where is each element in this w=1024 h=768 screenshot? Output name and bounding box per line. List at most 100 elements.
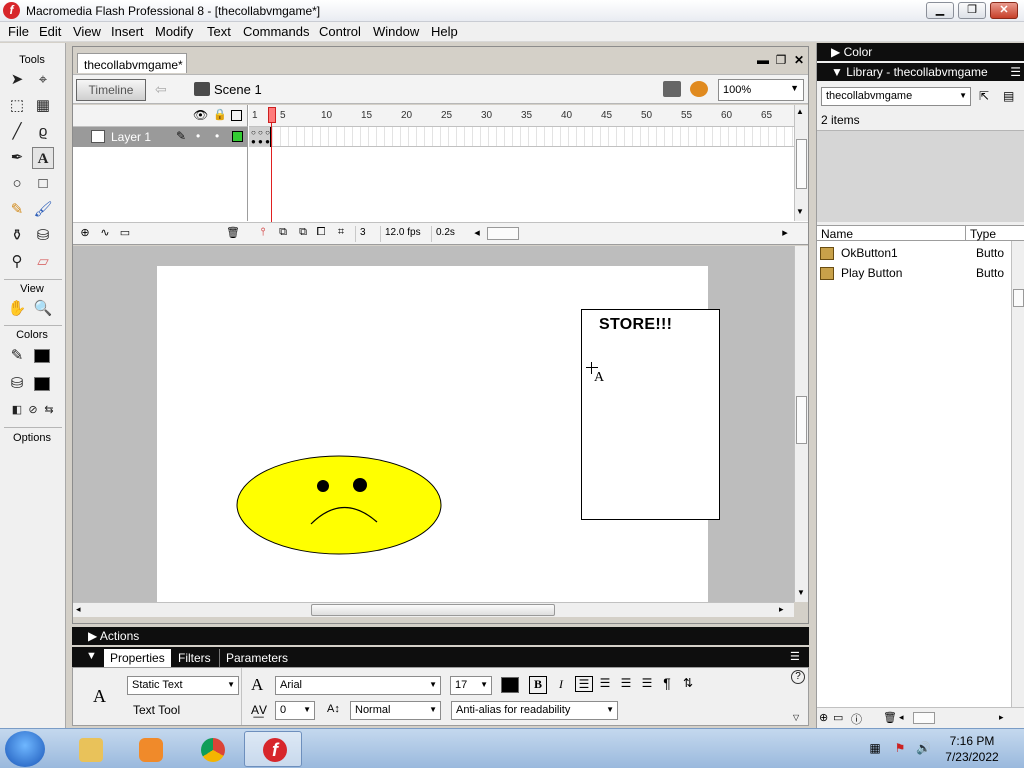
subselection-arrow-icon[interactable]: ⌖ <box>32 69 54 91</box>
help-icon[interactable]: ? <box>791 670 805 684</box>
rectangle-tool-icon[interactable]: □ <box>32 173 54 195</box>
menu-window[interactable]: Window <box>373 24 419 39</box>
menu-help[interactable]: Help <box>431 24 458 39</box>
actions-panel-header[interactable]: ▶ Actions <box>72 627 809 645</box>
timeline-hscroll-thumb[interactable] <box>487 227 519 240</box>
hand-tool-icon[interactable]: ✋ <box>6 298 28 320</box>
sad-face[interactable] <box>235 454 445 558</box>
anti-alias-select[interactable]: Anti-alias for readability ▼ <box>451 701 618 720</box>
color-panel-header[interactable]: ▶ Color <box>817 43 1024 61</box>
font-size-field[interactable]: 17 ▼ <box>450 676 492 695</box>
maximize-button[interactable]: ❐ <box>958 2 986 19</box>
col-name[interactable]: Name <box>821 227 853 241</box>
clock-date[interactable]: 7/23/2022 <box>940 750 1004 764</box>
document-tab[interactable]: thecollabvmgame* <box>77 53 187 73</box>
italic-button[interactable]: I <box>553 677 569 692</box>
list-item[interactable]: OkButton1 Butto <box>817 243 1011 263</box>
taskbar-flash[interactable]: f <box>244 731 302 767</box>
onion-skin-outlines-icon[interactable]: ⧉ <box>295 226 311 240</box>
caret-down-icon[interactable]: ▼ <box>86 650 97 662</box>
taskbar-chrome[interactable] <box>182 731 240 767</box>
panel-menu-icon[interactable]: ☰ <box>1010 65 1021 79</box>
list-item[interactable]: Play Button Butto <box>817 263 1011 283</box>
text-type-select[interactable]: Static Text ▼ <box>127 676 239 695</box>
swap-colors-icon[interactable]: ⇆ <box>38 399 60 421</box>
add-motion-guide-icon[interactable]: ∿ <box>97 226 113 240</box>
library-panel-header[interactable]: ▼ Library - thecollabvmgame ☰ <box>817 63 1024 81</box>
zoom-select[interactable]: 100% ▼ <box>718 79 804 101</box>
taskbar-media-player[interactable] <box>120 731 178 767</box>
gradient-transform-icon[interactable]: ▦ <box>32 95 54 117</box>
collapse-arrow-icon[interactable]: ▽ <box>793 713 799 722</box>
layer-lock-dot[interactable]: • <box>215 129 219 143</box>
edit-symbols-icon[interactable] <box>690 81 708 97</box>
pen-tool-icon[interactable]: ✒ <box>6 147 28 169</box>
network-icon[interactable]: ▦ <box>868 741 882 755</box>
stage[interactable]: STORE!!! A <box>157 266 720 602</box>
layer-row[interactable]: Layer 1 ✎ • • <box>73 127 248 147</box>
outline-icon[interactable] <box>231 110 242 121</box>
store-text-box[interactable]: STORE!!! A <box>581 309 720 520</box>
menu-control[interactable]: Control <box>319 24 361 39</box>
timeline-toggle-button[interactable]: Timeline <box>76 79 146 101</box>
tab-properties[interactable]: Properties <box>104 649 171 667</box>
eyedropper-icon[interactable]: ⚲ <box>6 251 28 273</box>
edit-scene-icon[interactable] <box>663 81 681 97</box>
menu-edit[interactable]: Edit <box>39 24 61 39</box>
stage-vertical-scrollbar[interactable]: ▼ <box>794 246 808 602</box>
stroke-color-swatch[interactable] <box>34 349 50 363</box>
align-right-icon[interactable]: ☰ <box>617 676 635 690</box>
oval-tool-icon[interactable]: ○ <box>6 173 28 195</box>
letter-spacing-field[interactable]: 0 ▼ <box>275 701 315 720</box>
doc-close-icon[interactable]: ✕ <box>792 53 806 67</box>
scroll-left-icon[interactable]: ◂ <box>899 712 904 723</box>
pin-library-icon[interactable]: ⇱ <box>979 89 989 103</box>
tab-filters[interactable]: Filters <box>172 649 217 667</box>
lasso-tool-icon[interactable]: ϱ <box>32 121 54 143</box>
properties-icon[interactable]: ⓘ <box>851 711 862 727</box>
fill-color-swatch[interactable] <box>34 377 50 391</box>
doc-restore-icon[interactable]: ❐ <box>774 53 788 67</box>
pencil-tool-icon[interactable]: ✎ <box>6 199 28 221</box>
insert-layer-icon[interactable]: ⊕ <box>77 226 93 240</box>
doc-minimize-icon[interactable]: ▬ <box>756 53 770 67</box>
library-vertical-scrollbar[interactable] <box>1011 241 1024 707</box>
action-center-icon[interactable]: ⚑ <box>893 741 907 755</box>
menu-commands[interactable]: Commands <box>243 24 309 39</box>
menu-insert[interactable]: Insert <box>111 24 144 39</box>
layer-visible-dot[interactable]: • <box>196 129 200 143</box>
taskbar-explorer[interactable] <box>60 731 118 767</box>
clock-time[interactable]: 7:16 PM <box>940 734 1004 748</box>
frame-rate[interactable]: 12.0 fps <box>380 226 425 242</box>
new-symbol-icon[interactable]: ⊕ <box>819 711 828 724</box>
close-button[interactable]: ✕ <box>990 2 1018 19</box>
panel-menu-icon[interactable]: ☰ <box>790 650 800 663</box>
insert-folder-icon[interactable]: ▭ <box>117 226 133 240</box>
layer-name[interactable]: Layer 1 <box>111 130 151 144</box>
scroll-left-icon[interactable]: ◂ <box>469 226 485 240</box>
volume-icon[interactable]: 🔊 <box>916 741 931 755</box>
align-left-icon[interactable]: ☰ <box>575 676 593 692</box>
library-document-select[interactable]: thecollabvmgame ▼ <box>821 87 971 106</box>
back-arrow-icon[interactable]: ⇦ <box>155 81 167 98</box>
col-type[interactable]: Type <box>970 227 996 241</box>
timeline-vertical-scrollbar[interactable]: ▲ ▼ <box>794 105 808 221</box>
font-select[interactable]: Arial ▼ <box>275 676 441 695</box>
scene-label[interactable]: Scene 1 <box>214 82 262 97</box>
text-color-swatch[interactable] <box>501 677 519 693</box>
bold-button[interactable]: B <box>529 676 547 694</box>
library-hscroll-thumb[interactable] <box>913 712 935 724</box>
onion-skin-icon[interactable]: ⧉ <box>275 226 291 240</box>
start-button[interactable] <box>5 731 45 767</box>
justify-icon[interactable]: ☰ <box>638 676 656 690</box>
menu-text[interactable]: Text <box>207 24 231 39</box>
face-ellipse[interactable] <box>236 455 442 555</box>
menu-file[interactable]: File <box>8 24 29 39</box>
zoom-tool-icon[interactable]: 🔍 <box>32 298 54 320</box>
delete-layer-icon[interactable]: 🗑 <box>225 226 241 240</box>
tab-parameters[interactable]: Parameters <box>219 649 294 667</box>
frames-row[interactable] <box>249 127 794 147</box>
menu-modify[interactable]: Modify <box>155 24 193 39</box>
new-library-panel-icon[interactable]: ▤ <box>1003 89 1014 103</box>
delete-icon[interactable]: 🗑 <box>883 711 897 724</box>
